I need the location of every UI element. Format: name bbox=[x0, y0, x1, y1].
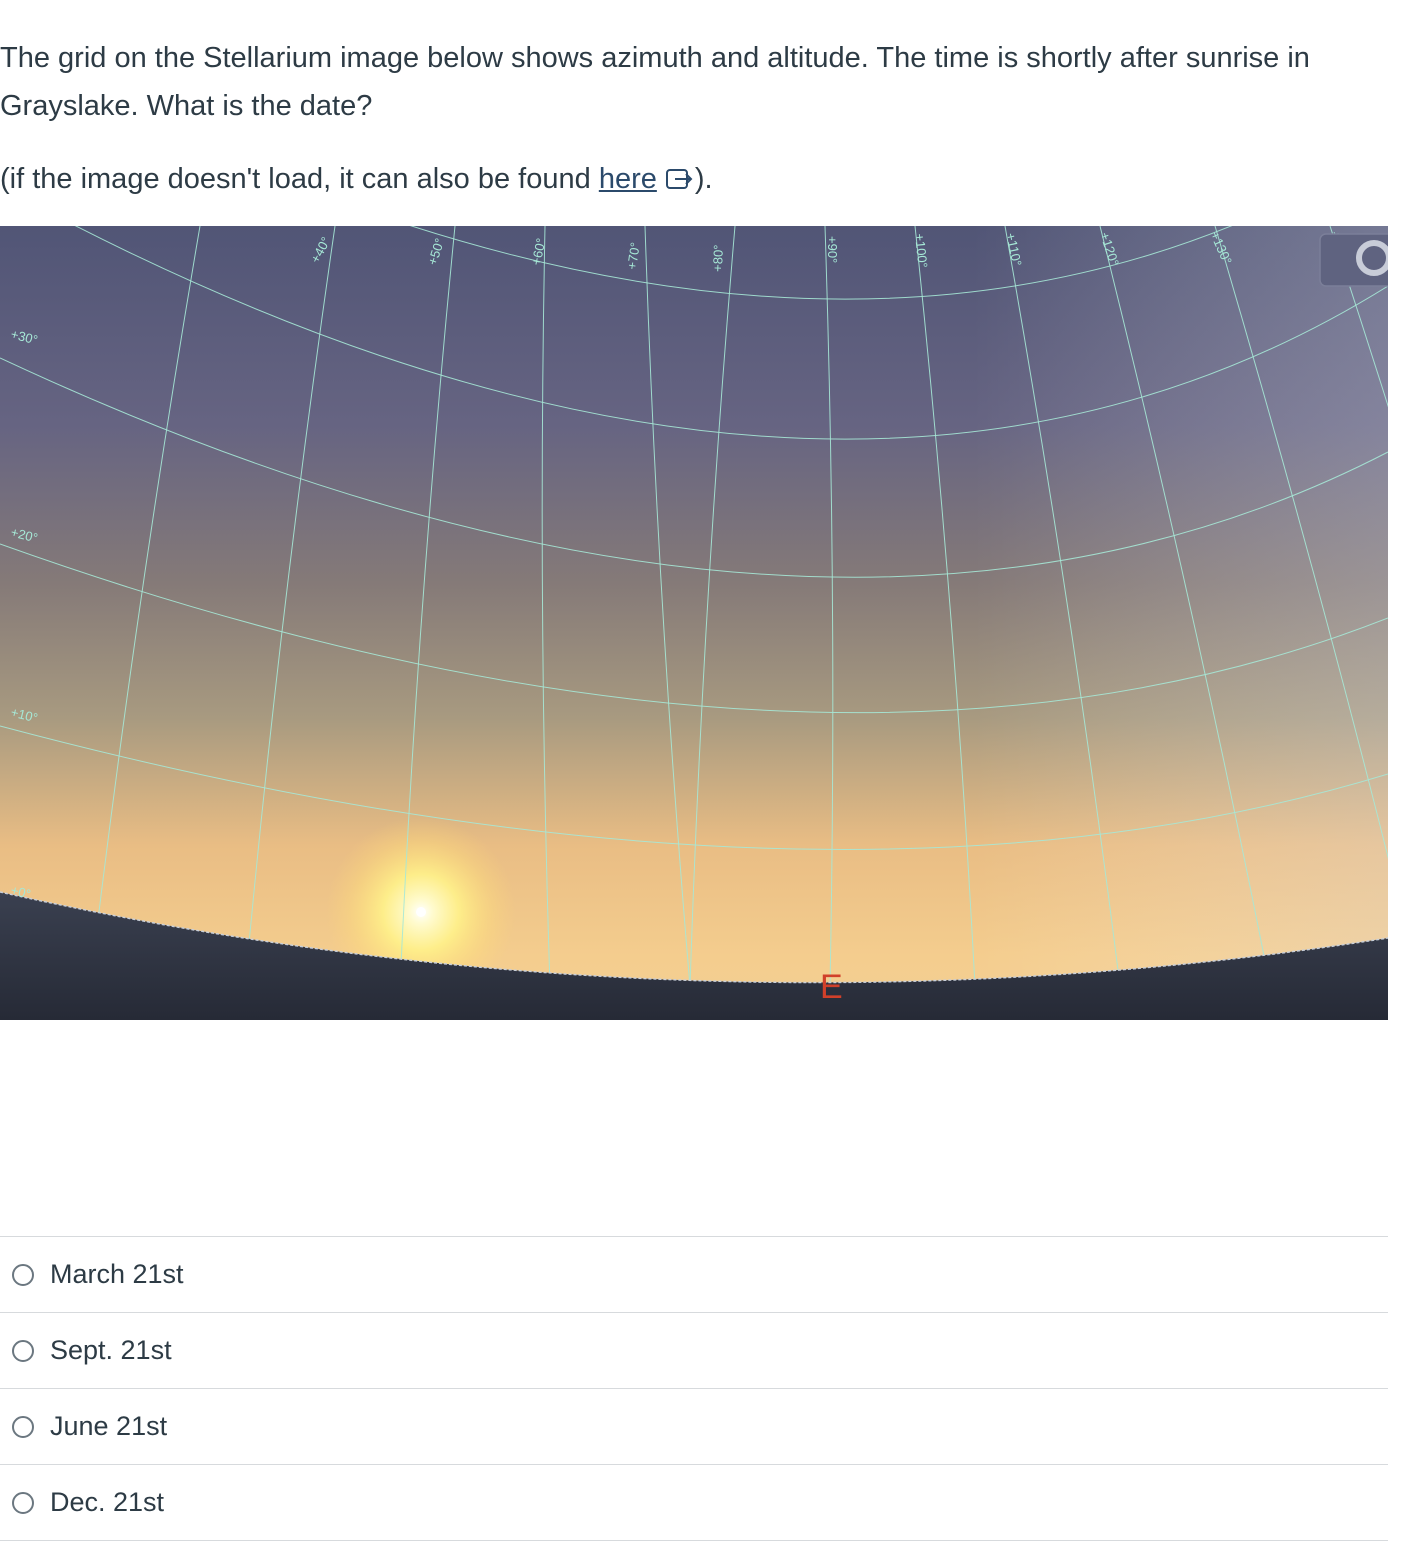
radio-button[interactable] bbox=[12, 1415, 34, 1438]
radio-button[interactable] bbox=[12, 1491, 34, 1514]
radio-button[interactable] bbox=[12, 1339, 34, 1362]
note-suffix: ). bbox=[694, 163, 713, 195]
answer-option-june-21st[interactable]: June 21st bbox=[0, 1388, 1388, 1464]
external-link-icon bbox=[665, 159, 695, 207]
radio-button[interactable] bbox=[12, 1263, 34, 1286]
cardinal-east: E bbox=[820, 968, 843, 1006]
sky-side-glow bbox=[0, 226, 1388, 1020]
sun bbox=[416, 907, 426, 917]
answer-label: June 21st bbox=[50, 1411, 168, 1441]
here-link[interactable]: here bbox=[599, 163, 657, 195]
answer-option-march-21st[interactable]: March 21st bbox=[0, 1236, 1388, 1312]
note-prefix: (if the image doesn't load, it can also … bbox=[0, 163, 599, 195]
answer-list: March 21st Sept. 21st June 21st Dec. 21s… bbox=[0, 1236, 1388, 1541]
answer-option-dec-21st[interactable]: Dec. 21st bbox=[0, 1464, 1388, 1541]
answer-label: Dec. 21st bbox=[50, 1487, 165, 1517]
image-note: (if the image doesn't load, it can also … bbox=[0, 155, 1388, 207]
answer-label: Sept. 21st bbox=[50, 1335, 172, 1365]
azimuth-label: +80° bbox=[710, 244, 726, 272]
stellarium-sky-image: +30°+20°+10°+0°+40° +50° +60° +70° +80° +90° +… bbox=[0, 226, 1388, 1020]
azimuth-label: +90° bbox=[825, 236, 840, 263]
stellarium-corner-button[interactable] bbox=[1319, 233, 1388, 287]
answer-option-sept-21st[interactable]: Sept. 21st bbox=[0, 1312, 1388, 1388]
question-text: The grid on the Stellarium image below s… bbox=[0, 42, 1310, 122]
answer-label: March 21st bbox=[50, 1259, 184, 1289]
